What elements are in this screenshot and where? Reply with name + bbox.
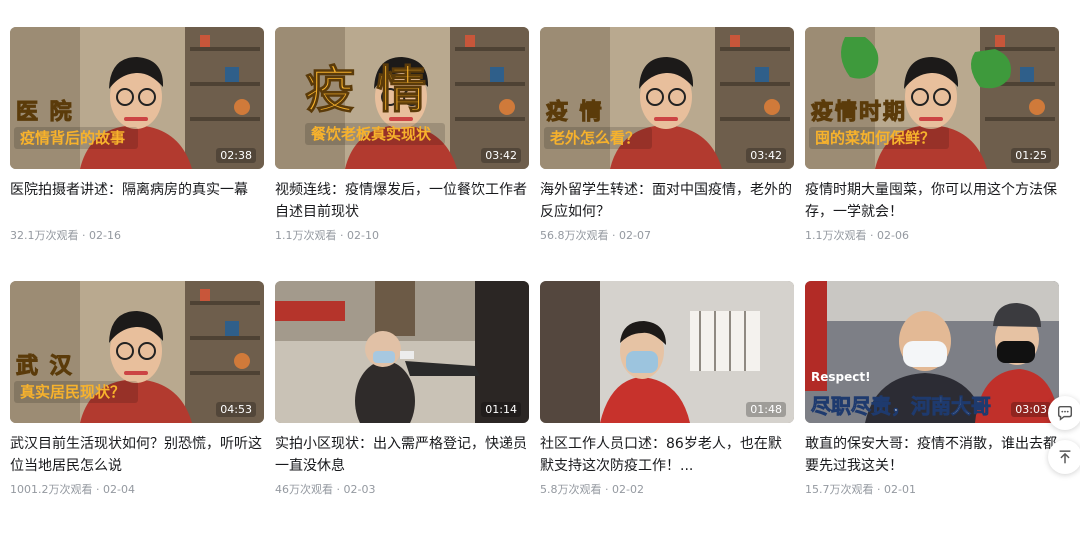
view-count: 15.7万次观看 (805, 483, 874, 496)
thumbnail-sub-text: 疫情背后的故事 (20, 129, 125, 147)
video-thumbnail[interactable]: 疫 情餐饮老板真实现状 03:42 (275, 27, 529, 169)
video-meta: 5.8万次观看 · 02-02 (540, 481, 794, 497)
thumbnail-sub-text: 真实居民现状？ (20, 383, 125, 401)
view-count: 1.1万次观看 (805, 229, 867, 242)
video-meta: 1.1万次观看 · 02-10 (275, 227, 529, 243)
meta-separator: · (877, 483, 881, 496)
thumbnail-big-text: 尽职尽责，河南大哥 (811, 394, 991, 418)
video-thumbnail[interactable]: 01:14 (275, 281, 529, 423)
video-duration: 02:38 (216, 148, 256, 163)
publish-date: 02-03 (343, 483, 376, 496)
video-card[interactable]: Respect! 尽职尽责，河南大哥 03:03 敢直的保安大哥：疫情不消散，谁出… (805, 281, 1059, 535)
video-card[interactable]: 01:14 实拍小区现状：出入需严格登记，快递员一直没休息 46万次观看 · 0… (275, 281, 529, 535)
publish-date: 02-01 (884, 483, 916, 496)
thumbnail-big-text: 疫 情 (546, 99, 604, 125)
video-duration: 03:03 (1011, 402, 1051, 417)
thumbnail-big-text: 医 院 (16, 99, 74, 125)
video-thumbnail[interactable]: 疫 情老外怎么看？ 03:42 (540, 27, 794, 169)
video-duration: 01:14 (481, 402, 521, 417)
view-count: 32.1万次观看 (10, 229, 79, 242)
meta-separator: · (82, 229, 86, 242)
video-thumbnail[interactable]: 01:48 (540, 281, 794, 423)
view-count: 1.1万次观看 (275, 229, 337, 242)
video-meta: 15.7万次观看 · 02-01 (805, 481, 1059, 497)
thumbnail-big-text: 武 汉 (16, 354, 74, 379)
video-thumbnail[interactable]: 医 院疫情背后的故事 02:38 (10, 27, 264, 169)
comment-icon (1057, 405, 1073, 421)
publish-date: 02-10 (347, 229, 379, 242)
meta-separator: · (870, 229, 874, 242)
video-thumbnail[interactable]: Respect! 尽职尽责，河南大哥 03:03 (805, 281, 1059, 423)
view-count: 1001.2万次观看 (10, 483, 93, 496)
video-duration: 03:42 (746, 148, 786, 163)
video-thumbnail[interactable]: 武 汉真实居民现状？ 04:53 (10, 281, 264, 423)
video-title[interactable]: 疫情时期大量囤菜，你可以用这个方法保存，一学就会！ (805, 179, 1059, 223)
meta-separator: · (96, 483, 100, 496)
thumbnail-sub-text: 餐饮老板真实现状 (311, 125, 432, 143)
view-count: 56.8万次观看 (540, 229, 609, 242)
video-title[interactable]: 海外留学生转述：面对中国疫情，老外的反应如何？ (540, 179, 794, 223)
meta-separator: · (336, 483, 341, 496)
view-count: 46万次观看 (275, 483, 333, 496)
video-title[interactable]: 武汉目前生活现状如何？别恐慌，听听这位当地居民怎么说 (10, 433, 264, 477)
video-card[interactable]: 01:48 社区工作人员口述：86岁老人，也在默默支持这次防疫工作！... 5.… (540, 281, 794, 535)
publish-date: 02-02 (612, 483, 644, 496)
meta-separator: · (612, 229, 616, 242)
video-meta: 32.1万次观看 · 02-16 (10, 227, 264, 243)
video-duration: 01:48 (746, 402, 786, 417)
publish-date: 02-16 (89, 229, 121, 242)
publish-date: 02-07 (619, 229, 651, 242)
video-meta: 1.1万次观看 · 02-06 (805, 227, 1059, 243)
thumbnail-big-text: 疫情时期 (811, 99, 907, 125)
video-meta: 56.8万次观看 · 02-07 (540, 227, 794, 243)
video-duration: 01:25 (1011, 148, 1051, 163)
video-duration: 03:42 (481, 148, 521, 163)
video-meta: 1001.2万次观看 · 02-04 (10, 481, 264, 497)
publish-date: 02-06 (877, 229, 909, 242)
video-meta: 46万次观看 · 02-03 (275, 481, 529, 497)
video-title[interactable]: 视频连线：疫情爆发后，一位餐饮工作者自述目前现状 (275, 179, 529, 223)
video-title[interactable]: 社区工作人员口述：86岁老人，也在默默支持这次防疫工作！... (540, 433, 794, 477)
video-card[interactable]: 疫 情老外怎么看？ 03:42 海外留学生转述：面对中国疫情，老外的反应如何？ … (540, 27, 794, 281)
video-grid: 医 院疫情背后的故事 02:38 医院拍摄者讲述：隔离病房的真实一幕 32.1万… (10, 27, 1060, 535)
view-count: 5.8万次观看 (540, 483, 602, 496)
meta-separator: · (340, 229, 344, 242)
meta-separator: · (605, 483, 609, 496)
video-duration: 04:53 (216, 402, 256, 417)
video-card[interactable]: 武 汉真实居民现状？ 04:53 武汉目前生活现状如何？别恐慌，听听这位当地居民… (10, 281, 264, 535)
thumbnail-sub-text: 老外怎么看？ (549, 129, 640, 147)
video-card[interactable]: 疫情时期囤的菜如何保鲜？ 01:25 疫情时期大量囤菜，你可以用这个方法保存，一… (805, 27, 1059, 281)
thumbnail-sub-text: 囤的菜如何保鲜？ (815, 129, 935, 147)
back-to-top-icon (1059, 450, 1071, 464)
video-thumbnail[interactable]: 疫情时期囤的菜如何保鲜？ 01:25 (805, 27, 1059, 169)
back-to-top-button[interactable] (1048, 440, 1080, 474)
comment-button[interactable] (1048, 396, 1080, 430)
publish-date: 02-04 (103, 483, 135, 496)
video-card[interactable]: 医 院疫情背后的故事 02:38 医院拍摄者讲述：隔离病房的真实一幕 32.1万… (10, 27, 264, 281)
thumbnail-big-text: 疫 情 (305, 61, 428, 119)
video-title[interactable]: 实拍小区现状：出入需严格登记，快递员一直没休息 (275, 433, 529, 477)
video-title[interactable]: 敢直的保安大哥：疫情不消散，谁出去都要先过我这关！ (805, 433, 1059, 477)
thumbnail-sub-text: Respect! (811, 370, 871, 384)
video-title[interactable]: 医院拍摄者讲述：隔离病房的真实一幕 (10, 179, 264, 223)
video-card[interactable]: 疫 情餐饮老板真实现状 03:42 视频连线：疫情爆发后，一位餐饮工作者自述目前… (275, 27, 529, 281)
